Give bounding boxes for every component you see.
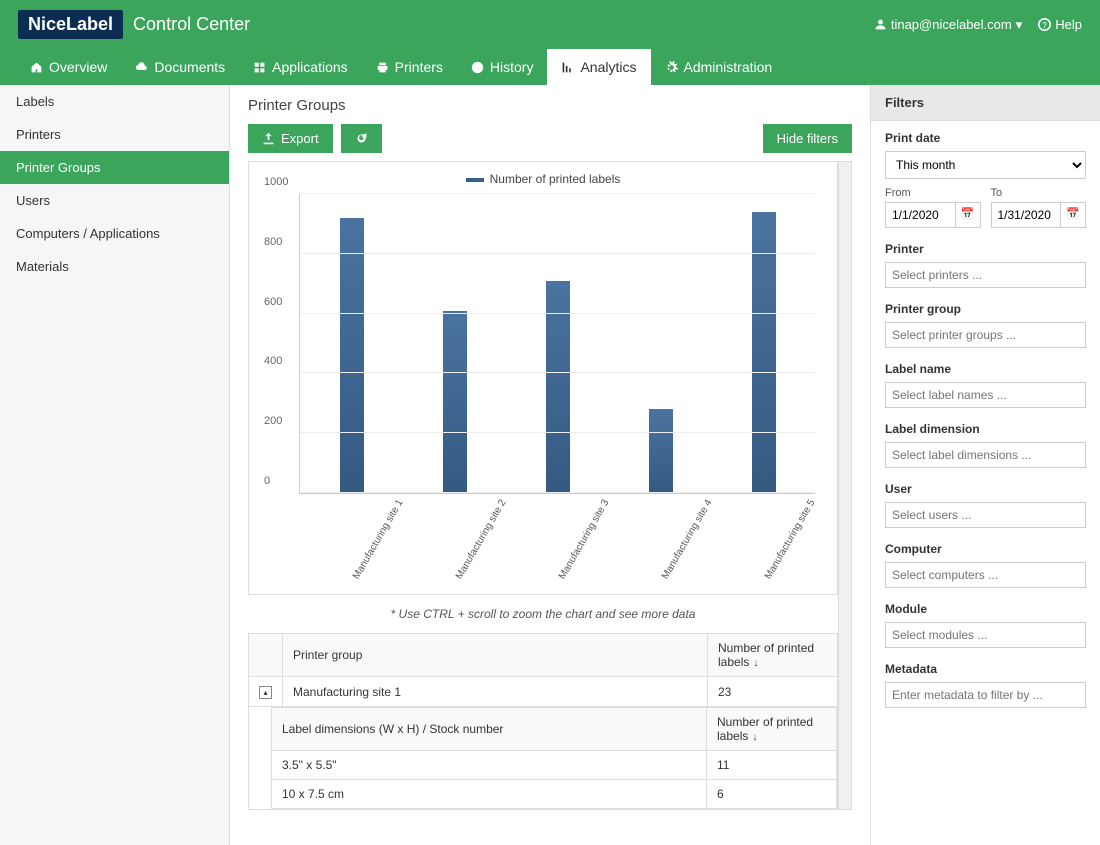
from-date-input[interactable]	[885, 202, 955, 228]
nav-printers[interactable]: Printers	[362, 49, 457, 85]
bar[interactable]	[649, 409, 673, 493]
calendar-icon[interactable]: 📅	[1060, 202, 1086, 228]
col-label-dimensions[interactable]: Label dimensions (W x H) / Stock number	[272, 708, 707, 751]
metadata-input[interactable]	[885, 682, 1086, 708]
filter-metadata-label: Metadata	[885, 662, 1086, 676]
filter-computer-label: Computer	[885, 542, 1086, 556]
x-axis-label: Manufacturing site 2	[454, 555, 476, 581]
hide-filters-button[interactable]: Hide filters	[763, 124, 852, 153]
nav-administration[interactable]: Administration	[651, 49, 787, 85]
cloud-icon	[135, 61, 148, 74]
help-link[interactable]: ? Help	[1038, 17, 1082, 32]
scrollbar[interactable]	[838, 161, 852, 810]
sidebar-item-computers-applications[interactable]: Computers / Applications	[0, 217, 229, 250]
printer-icon	[376, 61, 389, 74]
table-row[interactable]: ▴ Manufacturing site 1 23	[249, 677, 838, 707]
main-nav: OverviewDocumentsApplicationsPrintersHis…	[0, 49, 1100, 85]
data-table: Printer group Number of printed labels↓ …	[248, 633, 838, 810]
sidebar-item-printers[interactable]: Printers	[0, 118, 229, 151]
filter-label-dimension-label: Label dimension	[885, 422, 1086, 436]
filter-print-date-label: Print date	[885, 131, 1086, 145]
svg-text:?: ?	[1042, 21, 1047, 30]
label-name-input[interactable]	[885, 382, 1086, 408]
to-label: To	[991, 187, 1087, 199]
app-title: Control Center	[133, 14, 250, 35]
chart: Number of printed labels 020040060080010…	[248, 161, 838, 595]
bar[interactable]	[752, 212, 776, 493]
filter-printer-label: Printer	[885, 242, 1086, 256]
sidebar-item-labels[interactable]: Labels	[0, 85, 229, 118]
collapse-icon[interactable]: ▴	[259, 686, 272, 699]
logo: NiceLabel	[18, 10, 123, 39]
nav-history[interactable]: History	[457, 49, 548, 85]
nav-applications[interactable]: Applications	[239, 49, 362, 85]
x-axis-label: Manufacturing site 1	[351, 555, 373, 581]
home-icon	[30, 61, 43, 74]
bar[interactable]	[340, 218, 364, 493]
x-axis-label: Manufacturing site 4	[660, 555, 682, 581]
filter-printer-group-label: Printer group	[885, 302, 1086, 316]
filter-module-label: Module	[885, 602, 1086, 616]
computer-input[interactable]	[885, 562, 1086, 588]
col-nested-count[interactable]: Number of printed labels↓	[707, 708, 837, 751]
chart-hint: * Use CTRL + scroll to zoom the chart an…	[248, 607, 838, 621]
filters-panel: Filters Print date This month From 📅 To	[870, 85, 1100, 845]
grid-icon	[253, 61, 266, 74]
module-input[interactable]	[885, 622, 1086, 648]
app-header: NiceLabel Control Center tinap@nicelabel…	[0, 0, 1100, 85]
sort-desc-icon: ↓	[753, 658, 758, 669]
sort-desc-icon: ↓	[752, 732, 757, 743]
bar[interactable]	[443, 311, 467, 493]
help-icon: ?	[1038, 18, 1051, 31]
page-title: Printer Groups	[248, 97, 852, 114]
filter-label-name-label: Label name	[885, 362, 1086, 376]
refresh-button[interactable]	[341, 124, 382, 153]
filter-user-label: User	[885, 482, 1086, 496]
table-row[interactable]: 10 x 7.5 cm6	[272, 780, 837, 809]
user-icon	[874, 18, 887, 31]
col-printed-labels[interactable]: Number of printed labels↓	[708, 634, 838, 677]
sidebar-item-materials[interactable]: Materials	[0, 250, 229, 283]
chart-icon	[561, 61, 574, 74]
nav-documents[interactable]: Documents	[121, 49, 239, 85]
to-date-input[interactable]	[991, 202, 1061, 228]
printer-input[interactable]	[885, 262, 1086, 288]
chart-legend: Number of printed labels	[259, 172, 827, 186]
user-input[interactable]	[885, 502, 1086, 528]
clock-icon	[471, 61, 484, 74]
print-date-select[interactable]: This month	[885, 151, 1086, 179]
user-menu[interactable]: tinap@nicelabel.com ▾	[874, 17, 1022, 33]
sidebar-item-printer-groups[interactable]: Printer Groups	[0, 151, 229, 184]
x-axis-label: Manufacturing site 5	[763, 555, 785, 581]
label-dimension-input[interactable]	[885, 442, 1086, 468]
col-printer-group[interactable]: Printer group	[283, 634, 708, 677]
table-row[interactable]: 3.5" x 5.5"11	[272, 751, 837, 780]
nav-analytics[interactable]: Analytics	[547, 49, 650, 85]
refresh-icon	[355, 132, 368, 145]
from-label: From	[885, 187, 981, 199]
sidebar-item-users[interactable]: Users	[0, 184, 229, 217]
gear-icon	[665, 61, 678, 74]
chevron-down-icon: ▾	[1016, 17, 1023, 33]
export-button[interactable]: Export	[248, 124, 333, 153]
nav-overview[interactable]: Overview	[16, 49, 121, 85]
calendar-icon[interactable]: 📅	[955, 202, 981, 228]
x-axis-label: Manufacturing site 3	[557, 555, 579, 581]
printer-group-input[interactable]	[885, 322, 1086, 348]
export-icon	[262, 132, 275, 145]
filters-header: Filters	[871, 85, 1100, 121]
sidebar: LabelsPrintersPrinter GroupsUsersCompute…	[0, 85, 230, 845]
